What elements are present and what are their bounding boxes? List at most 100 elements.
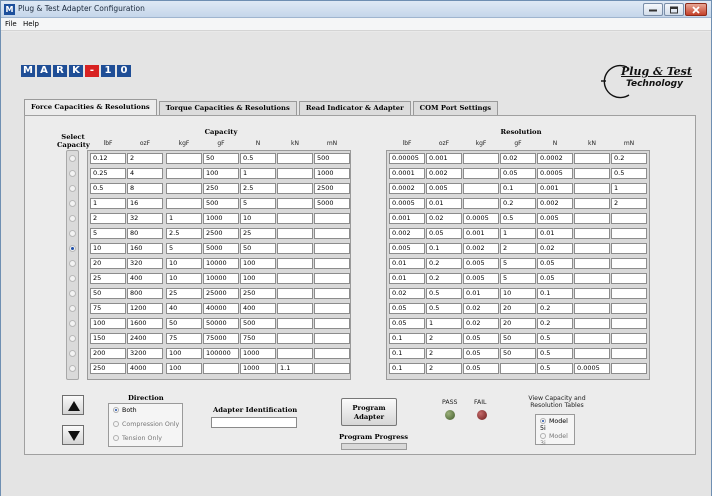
resolution-cell[interactable] xyxy=(574,213,610,224)
capacity-cell[interactable]: 100 xyxy=(240,258,276,269)
capacity-cell[interactable]: 10 xyxy=(166,273,202,284)
scroll-up-button[interactable] xyxy=(62,395,84,415)
capacity-cell[interactable]: 10000 xyxy=(203,258,239,269)
resolution-cell[interactable]: 0.05 xyxy=(463,348,499,359)
resolution-cell[interactable] xyxy=(574,333,610,344)
capacity-cell[interactable]: 2.5 xyxy=(166,228,202,239)
capacity-cell[interactable]: 2500 xyxy=(203,228,239,239)
capacity-cell[interactable] xyxy=(277,153,313,164)
capacity-select-radio[interactable] xyxy=(69,350,76,357)
capacity-select-radio[interactable] xyxy=(69,200,76,207)
menu-file[interactable]: File xyxy=(5,20,17,28)
capacity-cell[interactable] xyxy=(314,288,350,299)
capacity-cell[interactable]: 40 xyxy=(166,303,202,314)
capacity-cell[interactable]: 1.1 xyxy=(277,363,313,374)
resolution-cell[interactable]: 0.002 xyxy=(389,228,425,239)
resolution-cell[interactable]: 0.002 xyxy=(537,198,573,209)
resolution-cell[interactable] xyxy=(611,333,647,344)
capacity-cell[interactable]: 75000 xyxy=(203,333,239,344)
capacity-cell[interactable] xyxy=(277,273,313,284)
capacity-cell[interactable] xyxy=(277,198,313,209)
resolution-cell[interactable] xyxy=(463,183,499,194)
resolution-cell[interactable]: 0.5 xyxy=(426,288,462,299)
resolution-cell[interactable]: 0.05 xyxy=(389,303,425,314)
resolution-cell[interactable] xyxy=(574,243,610,254)
resolution-cell[interactable]: 0.0001 xyxy=(389,168,425,179)
resolution-cell[interactable]: 5 xyxy=(500,258,536,269)
capacity-cell[interactable] xyxy=(314,213,350,224)
resolution-cell[interactable]: 50 xyxy=(500,348,536,359)
capacity-cell[interactable]: 50 xyxy=(166,318,202,329)
close-button[interactable] xyxy=(685,3,707,16)
capacity-select-radio[interactable] xyxy=(69,275,76,282)
capacity-select-radio[interactable] xyxy=(69,335,76,342)
tab-torque-capacities[interactable]: Torque Capacities & Resolutions xyxy=(158,101,297,115)
capacity-cell[interactable]: 20 xyxy=(90,258,126,269)
resolution-cell[interactable] xyxy=(611,363,647,374)
capacity-cell[interactable] xyxy=(277,243,313,254)
resolution-cell[interactable] xyxy=(463,168,499,179)
capacity-select-radio[interactable] xyxy=(69,155,76,162)
resolution-cell[interactable]: 0.1 xyxy=(500,183,536,194)
resolution-cell[interactable]: 0.02 xyxy=(389,288,425,299)
capacity-cell[interactable]: 160 xyxy=(127,243,163,254)
resolution-cell[interactable] xyxy=(611,318,647,329)
resolution-cell[interactable]: 0.2 xyxy=(426,273,462,284)
menu-help[interactable]: Help xyxy=(23,20,39,28)
resolution-cell[interactable] xyxy=(611,243,647,254)
resolution-cell[interactable]: 0.02 xyxy=(463,303,499,314)
resolution-cell[interactable] xyxy=(611,258,647,269)
capacity-cell[interactable]: 10 xyxy=(240,213,276,224)
capacity-cell[interactable]: 1 xyxy=(240,168,276,179)
capacity-cell[interactable]: 100 xyxy=(240,273,276,284)
resolution-cell[interactable] xyxy=(611,303,647,314)
resolution-cell[interactable]: 0.01 xyxy=(537,228,573,239)
capacity-cell[interactable] xyxy=(277,318,313,329)
resolution-cell[interactable] xyxy=(574,228,610,239)
capacity-cell[interactable]: 10 xyxy=(166,258,202,269)
scroll-down-button[interactable] xyxy=(62,425,84,445)
resolution-cell[interactable]: 20 xyxy=(500,318,536,329)
capacity-cell[interactable] xyxy=(314,228,350,239)
capacity-select-radio[interactable] xyxy=(69,260,76,267)
direction-option-tension[interactable]: Tension Only xyxy=(113,435,162,442)
model-option-3i[interactable]: Model 3i xyxy=(540,433,574,447)
capacity-cell[interactable] xyxy=(314,363,350,374)
capacity-cell[interactable]: 0.5 xyxy=(90,183,126,194)
resolution-cell[interactable]: 0.2 xyxy=(500,198,536,209)
resolution-cell[interactable]: 0.1 xyxy=(389,363,425,374)
resolution-cell[interactable]: 0.005 xyxy=(463,273,499,284)
resolution-cell[interactable]: 0.005 xyxy=(537,213,573,224)
capacity-select-radio[interactable] xyxy=(69,230,76,237)
resolution-cell[interactable]: 0.5 xyxy=(537,333,573,344)
capacity-cell[interactable]: 5 xyxy=(166,243,202,254)
resolution-cell[interactable]: 2 xyxy=(426,363,462,374)
resolution-cell[interactable]: 0.05 xyxy=(463,333,499,344)
capacity-cell[interactable]: 4 xyxy=(127,168,163,179)
capacity-cell[interactable] xyxy=(314,348,350,359)
capacity-cell[interactable] xyxy=(166,168,202,179)
capacity-cell[interactable]: 0.25 xyxy=(90,168,126,179)
resolution-cell[interactable] xyxy=(574,318,610,329)
capacity-cell[interactable]: 100 xyxy=(203,168,239,179)
capacity-cell[interactable]: 320 xyxy=(127,258,163,269)
resolution-cell[interactable] xyxy=(574,153,610,164)
capacity-cell[interactable]: 400 xyxy=(127,273,163,284)
capacity-cell[interactable] xyxy=(203,363,239,374)
capacity-cell[interactable] xyxy=(277,333,313,344)
resolution-cell[interactable]: 0.005 xyxy=(389,243,425,254)
title-bar[interactable]: M Plug & Test Adapter Configuration xyxy=(1,1,711,18)
capacity-cell[interactable]: 100000 xyxy=(203,348,239,359)
resolution-cell[interactable]: 2 xyxy=(426,348,462,359)
capacity-cell[interactable] xyxy=(277,303,313,314)
capacity-cell[interactable] xyxy=(314,258,350,269)
resolution-cell[interactable]: 0.5 xyxy=(537,348,573,359)
capacity-cell[interactable]: 500 xyxy=(203,198,239,209)
resolution-cell[interactable]: 0.05 xyxy=(500,168,536,179)
tab-com-port-settings[interactable]: COM Port Settings xyxy=(412,101,499,115)
resolution-cell[interactable]: 0.001 xyxy=(389,213,425,224)
resolution-cell[interactable]: 0.001 xyxy=(463,228,499,239)
capacity-cell[interactable]: 1 xyxy=(166,213,202,224)
resolution-cell[interactable]: 0.5 xyxy=(537,363,573,374)
resolution-cell[interactable]: 0.002 xyxy=(426,168,462,179)
